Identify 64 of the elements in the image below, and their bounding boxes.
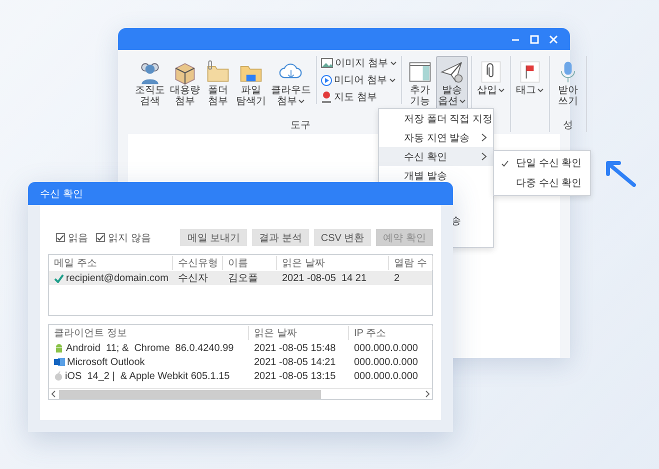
menu-item[interactable]: 단일 수신 확인 [494,153,590,173]
horizontal-scrollbar[interactable] [49,388,432,399]
ribbon-button[interactable]: 지도 첨부 [321,90,397,104]
column-header[interactable]: 수신유형 [173,256,223,270]
column-header[interactable]: 읽은 날짜 [249,326,349,340]
table-cell-text: 김오플 [227,272,259,284]
menu-item[interactable]: 개별 발송 [379,166,493,185]
table-cell: Android 11; & Chrome 86.0.4240.99 [49,342,249,354]
ribbon-button[interactable]: 파일 탐색기 [234,56,268,110]
column-header[interactable]: 메일 주소 [49,256,173,270]
table-cell: recipient@domain.com [49,272,173,284]
menu-item[interactable]: 수신 확인 [379,147,493,166]
android-icon [54,343,64,353]
action-button[interactable]: CSV 변환 [314,229,372,246]
ribbon-button[interactable]: 조직도 검색 [133,56,167,110]
folder-icon [205,59,231,85]
ribbon-button[interactable]: 삽입 [474,56,507,99]
group-label: 성 [562,119,573,132]
menu-item[interactable]: 저장 폴더 직접 지정 [379,109,493,128]
checkbox[interactable]: 읽지 않음 [96,230,151,244]
checkbox[interactable]: 읽음 [56,230,88,244]
table-cell: Microsoft Outlook [49,356,249,368]
ribbon-button[interactable]: 발송 옵션 [436,56,468,110]
ribbon-button[interactable]: 받아 쓰기 [552,56,583,110]
ribbon-button[interactable]: 폴더 첨부 [203,56,233,110]
column-header[interactable]: 클라이언트 정보 [49,326,249,340]
action-button[interactable]: 결과 분석 [252,229,309,246]
mail-app-icon [54,357,65,367]
action-button[interactable]: 메일 보내기 [180,229,248,246]
column-header[interactable]: IP 주소 [349,326,433,340]
group-label: 도구 [290,119,310,132]
table-cell-text: 000.000.0.000 [353,356,419,368]
column-header[interactable]: 읽은 날짜 [277,256,389,270]
maximize-icon[interactable] [530,34,539,44]
apple-icon [54,371,63,381]
table-cell-text: 000.000.0.000 [353,342,419,354]
ribbon-button[interactable]: 태그 [514,56,546,99]
table-cell: iOS 14_2 | & Apple Webkit 605.1.15 [49,370,249,382]
image-icon [321,58,333,68]
ribbon-button[interactable]: 미디어 첨부 [321,73,397,87]
check-icon [57,234,64,240]
column-header[interactable]: 이름 [223,256,277,270]
column-header[interactable]: 열람 수 [389,256,433,270]
ribbon-button[interactable]: 추가 기능 [404,56,435,110]
table-cell-text: 수신자 [177,272,209,284]
table-row[interactable]: recipient@domain.com 수신자 김오플 2021 -08-05 14 21 2 [49,271,432,285]
menu-item[interactable]: 자동 지연 발송 [379,128,493,147]
table-cell-text: 000.000.0.000 [353,370,419,382]
arrow-icon [605,160,637,188]
check-icon [97,234,104,240]
paper-plane-icon [438,59,465,85]
close-icon[interactable] [549,34,558,44]
table-cell-text: 2021 -08-05 14 21 [281,272,368,284]
ribbon-button[interactable]: 대용량 첨부 [168,56,202,110]
play-icon [321,74,332,86]
menu-item[interactable]: 다중 수신 확인 [494,173,590,193]
map-pin-icon [321,91,332,103]
ribbon-button[interactable]: 클라우드 첨부 [269,56,313,110]
table-cell-text: 2 [393,272,401,284]
dialog-title: 수신 확인 [28,182,453,205]
ribbon-button[interactable]: 이미지 첨부 [321,56,397,70]
table-cell-text: 2021 -08-05 13:15 [253,370,337,382]
table-cell-text: 2021 -08-05 15:48 [253,342,337,354]
table-cell-text: 2021 -08-05 14:21 [253,356,337,368]
